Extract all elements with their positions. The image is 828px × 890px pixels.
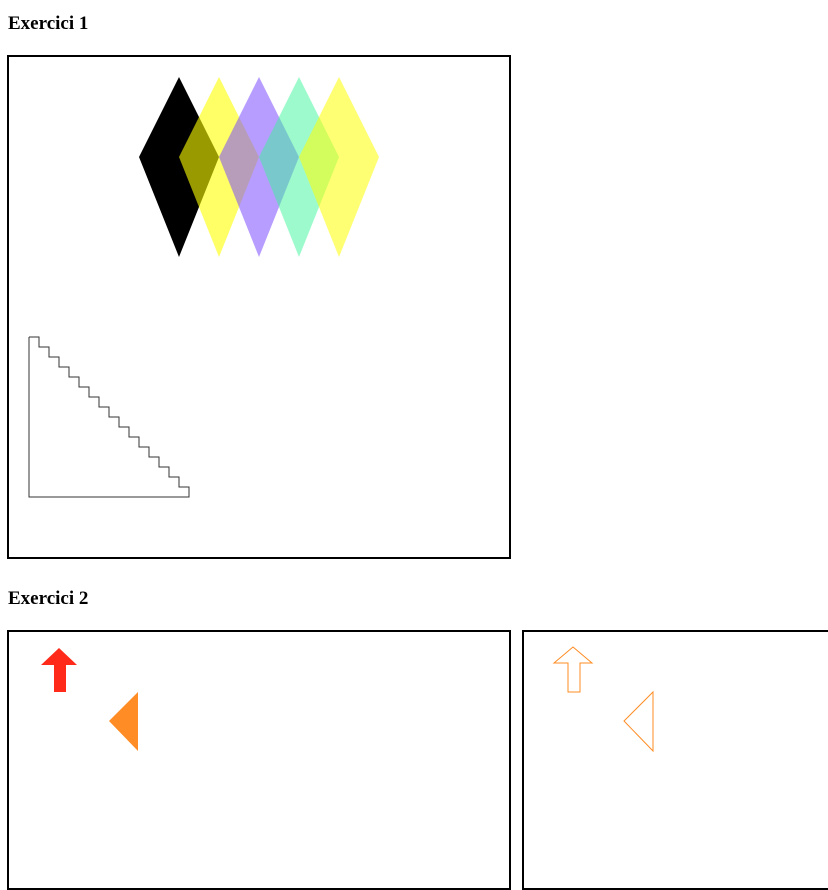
outline-triangle <box>623 690 654 753</box>
outline-arrow-up <box>552 646 594 693</box>
exercise-2-canvas-outline <box>522 630 828 890</box>
exercise-1-title: Exercici 1 <box>8 13 89 34</box>
exercise-2-outline-drawing <box>552 646 654 753</box>
orange-triangle <box>109 692 138 751</box>
staircase-triangle <box>28 336 190 498</box>
exercise-2-canvas-filled <box>7 630 511 890</box>
red-arrow-up <box>41 648 77 692</box>
exercise-2-filled-drawing <box>41 648 138 751</box>
exercise-2-title: Exercici 2 <box>8 588 89 609</box>
exercise-1-canvas <box>7 55 511 559</box>
exercise-1-drawing <box>28 77 379 498</box>
